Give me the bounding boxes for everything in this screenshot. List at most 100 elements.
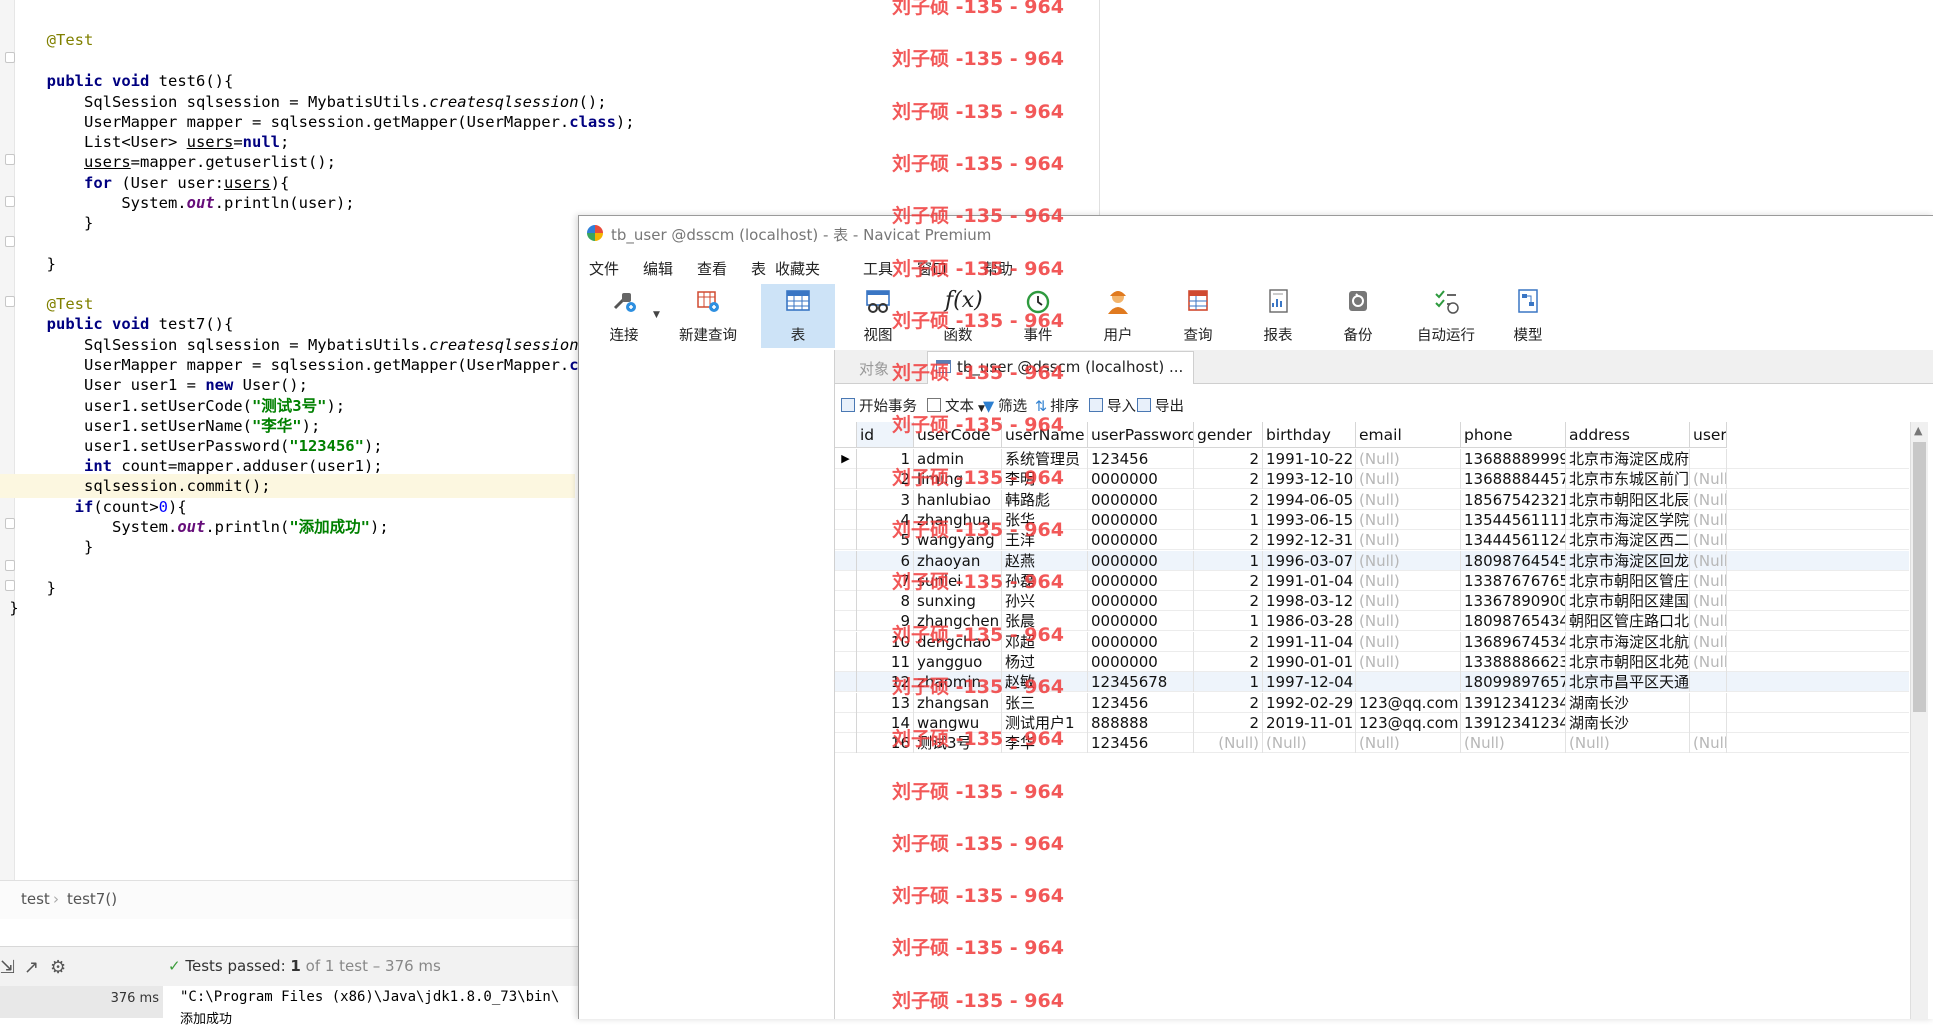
table-row[interactable]: 13 zhangsan 张三 123456 2 1992-02-29 123@qq.com 1… — [835, 692, 1909, 713]
cell-userr[interactable]: (Null — [1690, 733, 1727, 754]
cell-username[interactable]: 韩路彪 — [1002, 489, 1088, 510]
table-row[interactable]: 11 yangguo 杨过 0000000 2 1990-01-01 (Null) 13388… — [835, 652, 1909, 672]
row-selector[interactable] — [835, 652, 857, 672]
cell-id[interactable]: 13 — [857, 692, 914, 713]
cell-gender[interactable]: 1 — [1194, 509, 1263, 530]
cell-usercode[interactable]: liming — [914, 469, 1002, 490]
begin-transaction-button[interactable]: 开始事务 — [841, 395, 917, 416]
breadcrumb-class[interactable]: test — [21, 890, 50, 908]
column-header-userpassword[interactable]: userPassword — [1088, 422, 1194, 448]
row-selector[interactable] — [835, 489, 857, 510]
cell-gender[interactable]: (Null) — [1194, 733, 1263, 754]
table-row[interactable]: ▶ 1 admin 系统管理员 123456 2 1991-10-22 (Null) 13688… — [835, 449, 1909, 469]
cell-birthday[interactable]: 1991-10-22 — [1263, 449, 1356, 469]
cell-gender[interactable]: 2 — [1194, 591, 1263, 612]
column-header-usercode[interactable]: userCode — [914, 422, 1002, 448]
cell-userr[interactable]: (Null — [1690, 469, 1727, 490]
cell-address[interactable]: 北京市海淀区成府路20 — [1566, 449, 1690, 469]
cell-userpassword[interactable]: 888888 — [1088, 712, 1194, 733]
menu-view[interactable]: 查看 — [697, 258, 727, 279]
cell-userr[interactable]: (Null — [1690, 652, 1727, 672]
cell-usercode[interactable]: yangguo — [914, 652, 1002, 672]
row-selector[interactable] — [835, 570, 857, 591]
cell-gender[interactable]: 2 — [1194, 631, 1263, 652]
cell-address[interactable]: 北京市海淀区回龙观小 — [1566, 550, 1690, 571]
scroll-up-icon[interactable]: ▲ — [1914, 424, 1922, 437]
cell-address[interactable]: 北京市海淀区西二旗辉 — [1566, 530, 1690, 551]
cell-phone[interactable]: (Null) — [1461, 733, 1566, 754]
cell-userpassword[interactable]: 123456 — [1088, 733, 1194, 754]
cell-usercode[interactable]: sunlei — [914, 570, 1002, 591]
user-button[interactable]: 用户 — [1081, 284, 1155, 348]
cell-userpassword[interactable]: 0000000 — [1088, 530, 1194, 551]
scrollbar-thumb[interactable] — [1913, 442, 1926, 712]
menu-window[interactable]: 窗口 — [917, 258, 947, 279]
cell-userr[interactable]: (Null — [1690, 530, 1727, 551]
cell-userpassword[interactable]: 0000000 — [1088, 509, 1194, 530]
cell-birthday[interactable]: 1993-12-10 — [1263, 469, 1356, 490]
code-line[interactable]: } — [0, 211, 93, 235]
connect-button[interactable]: 连接 — [587, 284, 661, 348]
cell-gender[interactable]: 1 — [1194, 672, 1263, 693]
cell-usercode[interactable]: zhanghua — [914, 509, 1002, 530]
cell-username[interactable]: 邓超 — [1002, 631, 1088, 652]
cell-userr[interactable]: (Null — [1690, 550, 1727, 571]
cell-phone[interactable]: 18567542321 — [1461, 489, 1566, 510]
cell-username[interactable]: 张晨 — [1002, 611, 1088, 632]
row-selector[interactable] — [835, 631, 857, 652]
cell-userpassword[interactable]: 0000000 — [1088, 652, 1194, 672]
cell-birthday[interactable]: 1996-03-07 — [1263, 550, 1356, 571]
query-button[interactable]: 查询 — [1161, 284, 1235, 348]
cell-usercode[interactable]: zhangchen — [914, 611, 1002, 632]
cell-phone[interactable]: 13444561124 — [1461, 530, 1566, 551]
cell-userr[interactable] — [1690, 672, 1727, 693]
cell-userpassword[interactable]: 123456 — [1088, 449, 1194, 469]
export-button[interactable]: 导出 — [1137, 395, 1184, 416]
row-selector[interactable] — [835, 591, 857, 612]
backup-button[interactable]: 备份 — [1321, 284, 1395, 348]
cell-username[interactable]: 孙磊 — [1002, 570, 1088, 591]
fold-marker[interactable] — [5, 236, 15, 247]
cell-email[interactable]: (Null) — [1356, 509, 1461, 530]
row-selector[interactable] — [835, 469, 857, 490]
text-button[interactable]: 文本 ▼ — [927, 395, 985, 416]
test-duration[interactable]: 376 ms — [0, 986, 163, 1018]
menu-file[interactable]: 文件 — [589, 258, 619, 279]
report-button[interactable]: 报表 — [1241, 284, 1315, 348]
table-button[interactable]: 表 — [761, 284, 835, 348]
cell-address[interactable]: 北京市海淀区学院路61 — [1566, 509, 1690, 530]
cell-gender[interactable]: 1 — [1194, 550, 1263, 571]
cell-username[interactable]: 孙兴 — [1002, 591, 1088, 612]
cell-birthday[interactable]: 1997-12-04 — [1263, 672, 1356, 693]
cell-email[interactable]: 123@qq.com — [1356, 712, 1461, 733]
menu-table[interactable]: 表 — [751, 258, 766, 279]
cell-userpassword[interactable]: 0000000 — [1088, 631, 1194, 652]
cell-birthday[interactable]: 1992-12-31 — [1263, 530, 1356, 551]
column-header-birthday[interactable]: birthday — [1263, 422, 1356, 448]
cell-email[interactable]: 123@qq.com — [1356, 692, 1461, 713]
cell-address[interactable]: 湖南长沙 — [1566, 692, 1690, 713]
cell-phone[interactable]: 13688884457 — [1461, 469, 1566, 490]
cell-birthday[interactable]: 1998-03-12 — [1263, 591, 1356, 612]
code-line[interactable]: } — [0, 596, 18, 620]
cell-id[interactable]: 14 — [857, 712, 914, 733]
current-row-arrow-icon[interactable]: ▶ — [835, 449, 857, 469]
cell-email[interactable]: (Null) — [1356, 570, 1461, 591]
cell-email[interactable]: (Null) — [1356, 733, 1461, 754]
import-button[interactable]: 导入 — [1089, 395, 1136, 416]
cell-username[interactable]: 李华 — [1002, 733, 1088, 754]
cell-id[interactable]: 3 — [857, 489, 914, 510]
cell-gender[interactable]: 1 — [1194, 611, 1263, 632]
cell-phone[interactable]: 13689674534 — [1461, 631, 1566, 652]
cell-gender[interactable]: 2 — [1194, 530, 1263, 551]
cell-email[interactable]: (Null) — [1356, 489, 1461, 510]
cell-userpassword[interactable]: 123456 — [1088, 692, 1194, 713]
cell-birthday[interactable]: 1986-03-28 — [1263, 611, 1356, 632]
code-line[interactable]: @Test — [0, 28, 94, 52]
cell-address[interactable]: (Null) — [1566, 733, 1690, 754]
data-grid[interactable]: id userCode userName userPassword gender birt… — [835, 422, 1909, 1019]
cell-birthday[interactable]: 1993-06-15 — [1263, 509, 1356, 530]
menu-help[interactable]: 帮助 — [983, 258, 1013, 279]
cell-userr[interactable] — [1690, 449, 1727, 469]
cell-usercode[interactable]: zhaomin — [914, 672, 1002, 693]
